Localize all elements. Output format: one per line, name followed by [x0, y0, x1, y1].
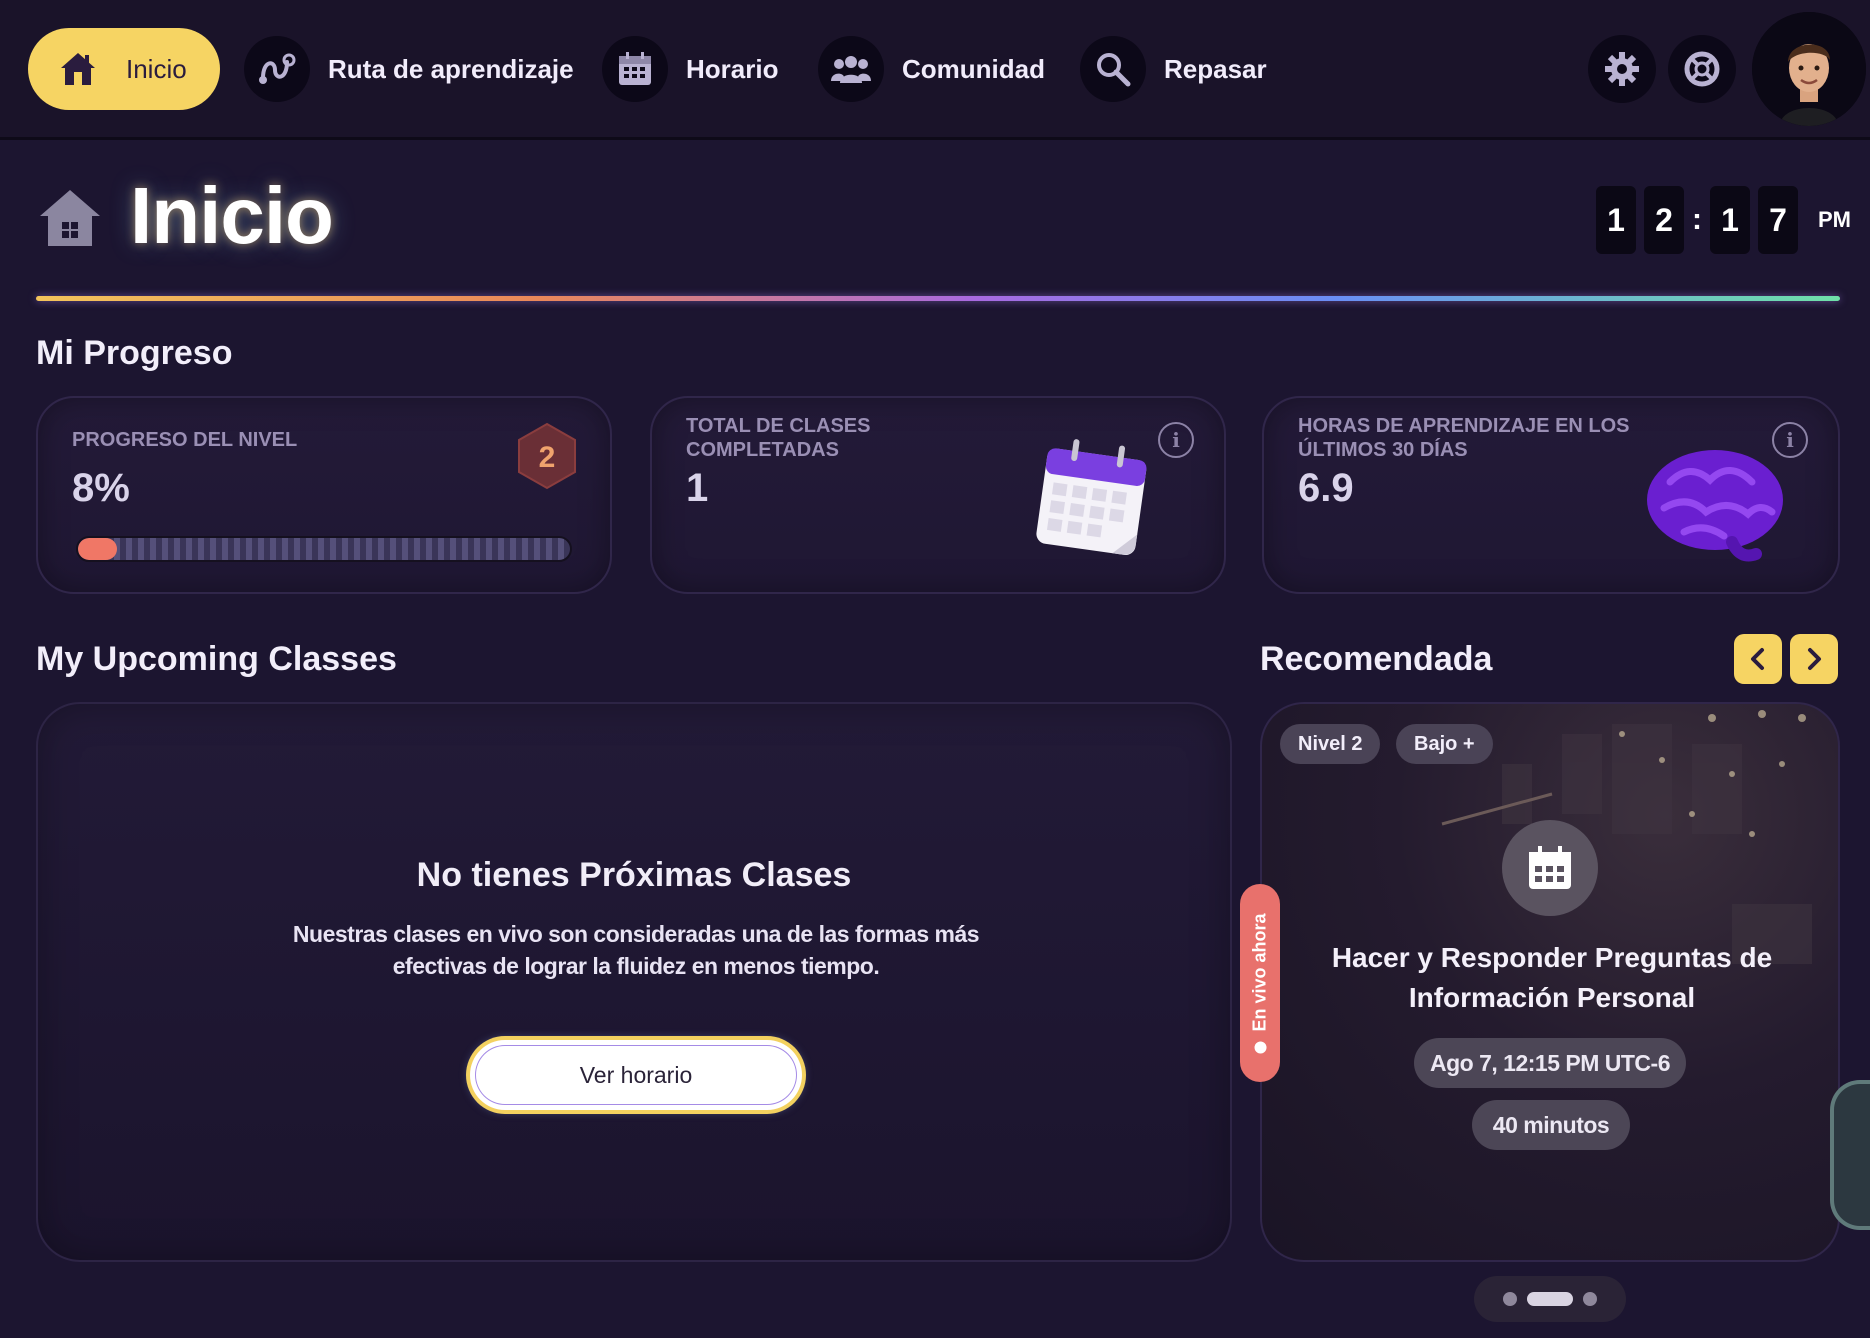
level-chip: Nivel 2 — [1280, 724, 1381, 764]
calendar-icon — [1529, 846, 1571, 889]
clock-digit: 1 — [1710, 186, 1750, 254]
info-icon[interactable]: i — [1772, 422, 1808, 458]
pagination-dot[interactable] — [1503, 1292, 1517, 1306]
nav-review-label: Repasar — [1164, 53, 1267, 84]
difficulty-chip: Bajo + — [1396, 724, 1493, 764]
calendar-icon — [602, 36, 668, 102]
edge-decoration — [1830, 1080, 1870, 1230]
level-badge-icon: 2 — [518, 422, 576, 490]
view-schedule-button[interactable]: Ver horario — [470, 1040, 802, 1110]
level-progress-card: PROGRESO DEL NIVEL 8% 2 — [36, 396, 612, 594]
clock: 1 2 : 1 7 PM — [1596, 186, 1851, 254]
level-badge-number: 2 — [539, 441, 556, 474]
carousel-next-button[interactable] — [1790, 634, 1838, 684]
classes-label-line2: COMPLETADAS — [686, 439, 839, 461]
class-title-line2: Información Personal — [1408, 982, 1696, 1013]
hours-label-line2: ÚLTIMOS 30 DÍAS — [1298, 439, 1468, 461]
route-icon — [244, 36, 310, 102]
info-icon[interactable]: i — [1158, 422, 1194, 458]
header-divider — [36, 296, 1840, 301]
pagination-dot-active[interactable] — [1527, 1292, 1573, 1306]
empty-text-line1: Nuestras clases en vivo son consideradas… — [292, 921, 980, 947]
live-now-tag: En vivo ahora — [1240, 884, 1280, 1082]
nav-schedule[interactable]: Horario — [602, 28, 778, 110]
chevron-right-icon — [1808, 648, 1821, 670]
progress-section-title: Mi Progreso — [36, 334, 233, 372]
calendar-illustration-icon — [1036, 439, 1147, 556]
search-icon — [1080, 36, 1146, 102]
empty-text-line2: efectivas de lograr la fluidez en menos … — [392, 953, 880, 979]
empty-state-text: Nuestras clases en vivo son consideradas… — [268, 918, 1004, 982]
nav-home-button[interactable]: Inicio — [28, 28, 220, 110]
learning-hours-card: HORAS DE APRENDIZAJE EN LOS ÚLTIMOS 30 D… — [1262, 396, 1840, 594]
community-icon — [818, 36, 884, 102]
brain-illustration-icon — [1647, 450, 1783, 562]
help-button[interactable] — [1668, 35, 1736, 103]
level-progress-bar — [76, 536, 572, 562]
carousel-prev-button[interactable] — [1734, 634, 1782, 684]
home-icon — [61, 53, 95, 85]
chevron-left-icon — [1751, 648, 1764, 670]
nav-learning-path[interactable]: Ruta de aprendizaje — [244, 28, 574, 110]
nav-learning-path-label: Ruta de aprendizaje — [328, 53, 574, 84]
clock-ampm: PM — [1818, 207, 1851, 232]
nav-home-label: Inicio — [126, 53, 187, 84]
lifebuoy-icon — [1684, 51, 1720, 87]
clock-colon: : — [1692, 203, 1702, 236]
class-datetime: Ago 7, 12:15 PM UTC-6 — [1414, 1038, 1686, 1088]
live-dot-icon — [1254, 1041, 1267, 1054]
classes-completed-card: TOTAL DE CLASES COMPLETADAS 1 i — [650, 396, 1226, 594]
page-title: Inicio — [130, 171, 334, 260]
top-navigation: Inicio Ruta de aprendizaje Horario Comun… — [0, 0, 1870, 140]
gear-icon — [1605, 52, 1639, 86]
level-progress-label: PROGRESO DEL NIVEL — [72, 429, 298, 451]
avatar-icon — [1752, 12, 1866, 126]
nav-community-label: Comunidad — [902, 53, 1045, 84]
classes-completed-label: TOTAL DE CLASES COMPLETADAS — [686, 414, 870, 462]
clock-digit: 1 — [1596, 186, 1636, 254]
clock-digit: 7 — [1758, 186, 1798, 254]
upcoming-classes-panel: No tienes Próximas Clases Nuestras clase… — [36, 702, 1232, 1262]
level-progress-fill — [78, 538, 118, 560]
class-duration: 40 minutos — [1472, 1100, 1630, 1150]
class-calendar-badge — [1502, 820, 1598, 916]
classes-completed-value: 1 — [686, 466, 709, 510]
hours-label-line1: HORAS DE APRENDIZAJE EN LOS — [1298, 415, 1630, 437]
nav-review[interactable]: Repasar — [1080, 28, 1267, 110]
learning-hours-label: HORAS DE APRENDIZAJE EN LOS ÚLTIMOS 30 D… — [1298, 414, 1630, 462]
recommended-class-card[interactable]: Nivel 2 Bajo + Hacer y Responder Pregunt… — [1260, 702, 1840, 1262]
carousel-pagination — [1474, 1276, 1626, 1322]
level-progress-value: 8% — [72, 466, 130, 510]
pagination-dot[interactable] — [1583, 1292, 1597, 1306]
clock-digit: 2 — [1644, 186, 1684, 254]
empty-state-title: No tienes Próximas Clases — [416, 856, 852, 894]
home-icon — [40, 190, 100, 246]
upcoming-section-title: My Upcoming Classes — [36, 640, 397, 678]
learning-hours-value: 6.9 — [1298, 466, 1354, 510]
user-avatar[interactable] — [1752, 12, 1866, 126]
nav-community[interactable]: Comunidad — [818, 28, 1045, 110]
nav-schedule-label: Horario — [686, 53, 779, 84]
live-now-label: En vivo ahora — [1249, 912, 1270, 1032]
classes-label-line1: TOTAL DE CLASES — [686, 415, 871, 437]
recommended-section-title: Recomendada — [1260, 640, 1493, 678]
class-title: Hacer y Responder Preguntas de Informaci… — [1282, 938, 1822, 1018]
class-title-line1: Hacer y Responder Preguntas de — [1331, 942, 1773, 973]
settings-button[interactable] — [1588, 35, 1656, 103]
